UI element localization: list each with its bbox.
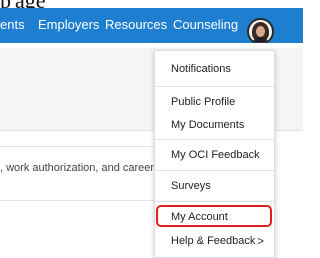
page-body-text: , work authorization, and career (0, 162, 155, 174)
top-navbar: ents Employers Resources Counseling (0, 8, 303, 45)
nav-item-employers[interactable]: Employers (38, 17, 99, 32)
nav-item-counseling[interactable]: Counseling (173, 17, 238, 32)
user-avatar[interactable] (247, 18, 274, 45)
menu-item-help-feedback[interactable]: Help & Feedback (171, 235, 255, 247)
menu-item-surveys[interactable]: Surveys (171, 180, 211, 192)
account-dropdown-menu: Notifications Public Profile My Document… (154, 50, 275, 258)
divider (0, 146, 154, 147)
nav-item-students[interactable]: ents (0, 17, 25, 32)
menu-separator (155, 86, 274, 87)
chevron-right-icon: > (257, 234, 265, 248)
avatar-face (256, 26, 265, 37)
nav-item-resources[interactable]: Resources (105, 17, 167, 32)
menu-item-my-oci-feedback[interactable]: My OCI Feedback (171, 149, 260, 161)
menu-separator (155, 139, 274, 140)
menu-separator (155, 170, 274, 171)
divider (0, 200, 154, 201)
menu-item-notifications[interactable]: Notifications (171, 63, 231, 75)
menu-item-my-account[interactable]: My Account (171, 211, 228, 223)
menu-item-my-documents[interactable]: My Documents (171, 119, 244, 131)
top-cropped-text: page (0, 0, 303, 8)
menu-item-public-profile[interactable]: Public Profile (171, 96, 235, 108)
menu-separator (155, 201, 274, 202)
